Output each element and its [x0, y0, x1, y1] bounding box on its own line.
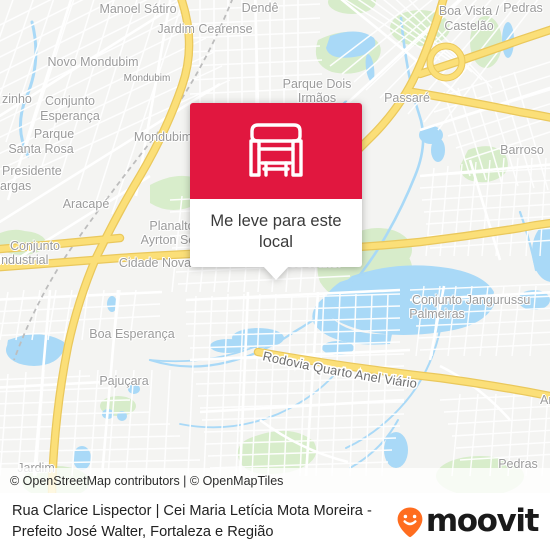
footer-bar: Rua Clarice Lispector | Cei Maria Letíci…	[0, 493, 550, 550]
map-attribution[interactable]: © OpenStreetMap contributors | © OpenMap…	[0, 468, 550, 493]
map-popup[interactable]: Me leve para este local	[190, 103, 362, 281]
attribution-text: © OpenStreetMap contributors | © OpenMap…	[10, 473, 284, 488]
map-canvas[interactable]: Rodovia Quarto Anel Viário Manoel Sátiro…	[0, 0, 550, 493]
popup-label: Me leve para este local	[210, 212, 342, 252]
map-screenshot: Rodovia Quarto Anel Viário Manoel Sátiro…	[0, 0, 550, 550]
popup-icon-panel	[190, 103, 362, 199]
moovit-logo[interactable]: moovit	[395, 503, 540, 539]
bus-shelter-icon	[249, 123, 303, 177]
popup-pointer	[263, 266, 289, 281]
page-title: Rua Clarice Lispector | Cei Maria Letíci…	[12, 503, 372, 540]
moovit-pin-icon	[397, 507, 423, 537]
popup-body: Me leve para este local	[190, 199, 362, 268]
moovit-wordmark: moovit	[425, 503, 540, 539]
